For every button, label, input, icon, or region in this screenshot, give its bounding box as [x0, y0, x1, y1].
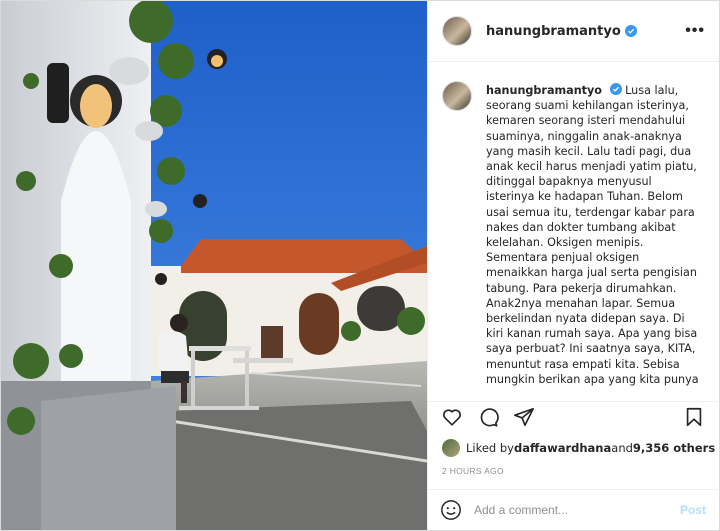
courtyard-photo-image — [1, 1, 427, 530]
caption-body: hanungbramantyo Lusa lalu, seorang suami… — [486, 83, 699, 400]
like-button[interactable] — [440, 405, 464, 429]
comment-button[interactable] — [476, 405, 500, 429]
caption-text: Lusa lalu, seorang suami kehilangan iste… — [486, 84, 699, 386]
share-button[interactable] — [512, 405, 536, 429]
post-header: hanungbramantyo ••• — [428, 1, 719, 62]
instagram-post-window: hanungbramantyo ••• hanungbramantyo Lusa… — [0, 0, 720, 531]
bookmark-icon — [686, 407, 702, 426]
post-photo[interactable] — [1, 1, 427, 530]
more-options-button[interactable]: ••• — [685, 22, 705, 40]
post-sidebar: hanungbramantyo ••• hanungbramantyo Lusa… — [427, 1, 719, 530]
smiley-icon[interactable] — [440, 499, 462, 521]
post-comment-button[interactable]: Post — [680, 503, 706, 517]
likes-prefix: Liked by — [466, 441, 514, 455]
liked-by-user-link[interactable]: daffawardhana — [514, 441, 611, 455]
liker-avatar[interactable] — [442, 439, 460, 457]
likes-joiner: and — [611, 441, 633, 455]
author-username[interactable]: hanungbramantyo — [486, 24, 621, 39]
post-actions-bar — [428, 401, 718, 431]
heart-icon — [443, 408, 461, 426]
likes-summary: Liked by daffawardhana and 9,356 others — [442, 439, 715, 457]
verified-badge-icon — [624, 25, 637, 37]
post-timestamp[interactable]: 2 HOURS AGO — [442, 466, 504, 476]
caption-verified-badge-icon — [609, 83, 622, 95]
caption-author-avatar[interactable] — [442, 81, 472, 111]
caption-username[interactable]: hanungbramantyo — [486, 84, 602, 97]
save-button[interactable] — [682, 405, 706, 429]
comment-input[interactable] — [474, 503, 664, 517]
author-avatar[interactable] — [442, 16, 472, 46]
likes-count-link[interactable]: 9,356 others — [633, 441, 715, 455]
comment-icon — [480, 407, 499, 427]
add-comment-bar: Post — [428, 489, 718, 530]
post-caption: hanungbramantyo Lusa lalu, seorang suami… — [428, 63, 718, 400]
paper-plane-icon — [514, 407, 534, 426]
